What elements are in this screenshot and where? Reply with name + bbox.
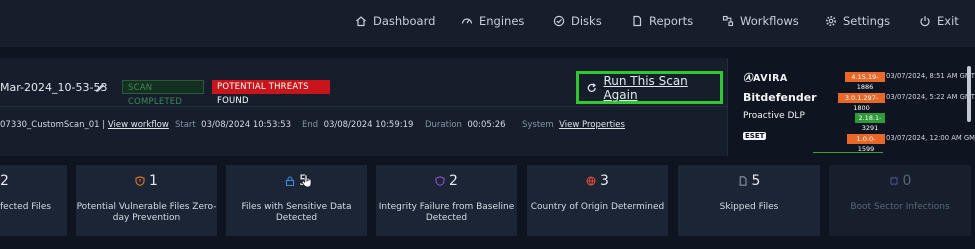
stat-card-country-label: Country of Origin Determined bbox=[530, 202, 665, 212]
stat-card-infected-top: 2 bbox=[0, 173, 67, 189]
eset-date: 03/07/2024, 12:00 AM GMT bbox=[886, 134, 975, 142]
stat-card-boot-sector-label: Boot Sector Infections bbox=[850, 202, 950, 212]
nav-exit[interactable]: Exit bbox=[919, 14, 959, 28]
end-meta: End 03/08/2024 10:59:19 bbox=[302, 120, 413, 130]
stat-card-sensitive-top: 5 bbox=[226, 173, 367, 189]
end-value: 03/08/2024 10:59:19 bbox=[323, 120, 414, 130]
gauge-icon bbox=[461, 18, 473, 24]
start-value: 03/08/2024 10:53:53 bbox=[201, 120, 292, 130]
bitdefender-logo: Bitdefender bbox=[743, 91, 817, 104]
nav-engines-label: Engines bbox=[479, 14, 525, 28]
nav-disks-label: Disks bbox=[571, 14, 602, 28]
stat-card-boot-sector-top: 0 bbox=[829, 173, 971, 189]
stat-card-integrity-label: Integrity Failure from Baseline Detected bbox=[378, 202, 515, 223]
duration-value: 00:05:26 bbox=[467, 120, 506, 130]
power-icon bbox=[920, 16, 930, 27]
file-icon bbox=[633, 15, 642, 27]
pencil-icon[interactable] bbox=[94, 82, 106, 94]
stat-card-skipped-top: 5 bbox=[678, 173, 820, 189]
workflow-icon bbox=[722, 15, 734, 27]
engine-progress-bar bbox=[813, 152, 883, 153]
avira-version-badge: 4.15.19-1886 bbox=[845, 72, 885, 91]
avira-logo-mark: Ⓐ bbox=[743, 73, 754, 84]
duration-label: Duration bbox=[425, 120, 462, 130]
check-circle-icon bbox=[553, 15, 565, 27]
refresh-icon bbox=[587, 82, 596, 92]
view-workflow-link[interactable]: View workflow bbox=[108, 120, 169, 130]
stat-card-skipped[interactable]: 5 Skipped Files bbox=[678, 165, 820, 236]
stat-card-vulnerable-top: 1 bbox=[76, 173, 217, 189]
stat-card-vulnerable-count: 1 bbox=[149, 173, 158, 189]
end-label: End bbox=[302, 120, 319, 130]
stat-card-vulnerable[interactable]: 1 Potential Vulnerable Files Zero-day Pr… bbox=[76, 165, 217, 236]
nav-disks[interactable]: Disks bbox=[553, 14, 602, 28]
proactive-dlp-label: Proactive DLP bbox=[743, 111, 805, 121]
gear-icon bbox=[826, 16, 836, 26]
nav-dashboard[interactable]: Dashboard bbox=[355, 14, 435, 28]
avira-logo: ⒶAVIRA bbox=[743, 73, 788, 84]
chip-icon bbox=[889, 176, 898, 186]
shield-icon bbox=[135, 176, 145, 186]
nav-exit-label: Exit bbox=[937, 14, 959, 28]
stat-card-sensitive-label: Files with Sensitive Data Detected bbox=[241, 202, 352, 223]
stat-card-infected[interactable]: 2 fected Files bbox=[0, 165, 67, 236]
engines-panel: ⒶAVIRA 4.15.19-1886 03/07/2024, 8:51 AM … bbox=[727, 58, 975, 156]
nav-workflows-label: Workflows bbox=[740, 14, 799, 28]
hand-cursor-icon bbox=[301, 174, 312, 188]
bitdefender-version-badge: 3.0.1.297-1800 bbox=[838, 93, 885, 112]
stat-card-infected-label: fected Files bbox=[0, 202, 52, 212]
scan-name: Mar-2024_10-53-53 bbox=[0, 81, 108, 94]
start-meta: Start 03/08/2024 10:53:53 bbox=[175, 120, 291, 130]
top-nav: Dashboard Engines Disks Reports Workflow… bbox=[0, 0, 975, 47]
stat-card-country[interactable]: 3 Country of Origin Determined bbox=[527, 165, 668, 236]
nav-settings[interactable]: Settings bbox=[825, 14, 890, 28]
stat-card-integrity-count: 2 bbox=[449, 173, 458, 189]
view-properties-link[interactable]: View Properties bbox=[559, 120, 625, 130]
run-scan-again-button[interactable]: Run This Scan Again bbox=[576, 71, 723, 104]
stat-card-skipped-label: Skipped Files bbox=[719, 202, 779, 212]
globe-icon bbox=[586, 176, 596, 186]
stat-card-boot-sector: 0 Boot Sector Infections bbox=[829, 165, 971, 236]
eset-version-badge: 1.0.0-1599 bbox=[847, 134, 885, 153]
stat-card-country-count: 3 bbox=[600, 173, 609, 189]
eset-logo: ESET bbox=[743, 132, 767, 140]
home-icon bbox=[356, 16, 366, 27]
scan-completed-badge: SCAN COMPLETED bbox=[122, 80, 204, 107]
engines-scrollbar[interactable] bbox=[967, 66, 971, 122]
nav-settings-label: Settings bbox=[843, 14, 891, 28]
duration-meta: Duration 00:05:26 bbox=[425, 120, 506, 130]
workflow-name: 07330_CustomScan_01 bbox=[0, 120, 100, 130]
shield-icon bbox=[435, 176, 445, 186]
stat-card-integrity[interactable]: 2 Integrity Failure from Baseline Detect… bbox=[376, 165, 517, 236]
system-label: System bbox=[522, 120, 554, 130]
workflow-meta: 07330_CustomScan_01 | View workflow bbox=[0, 120, 169, 130]
stat-card-integrity-top: 2 bbox=[376, 173, 517, 189]
stat-card-infected-count: 2 bbox=[0, 173, 9, 189]
file-icon bbox=[739, 176, 747, 186]
run-scan-again-label: Run This Scan Again bbox=[603, 73, 688, 102]
stat-card-vulnerable-label: Potential Vulnerable Files Zero-day Prev… bbox=[76, 202, 217, 223]
nav-reports[interactable]: Reports bbox=[631, 14, 693, 28]
stat-card-sensitive[interactable]: 5 Files with Sensitive Data Detected bbox=[226, 165, 367, 236]
threats-found-badge: POTENTIAL THREATS FOUND bbox=[212, 80, 330, 106]
header-divider bbox=[0, 106, 727, 107]
lock-icon bbox=[285, 176, 295, 186]
stat-card-boot-sector-count: 0 bbox=[902, 173, 912, 189]
nav-engines[interactable]: Engines bbox=[461, 14, 524, 28]
bitdefender-date: 03/07/2024, 5:22 AM GMT bbox=[886, 93, 975, 101]
stat-card-country-top: 3 bbox=[527, 173, 668, 189]
nav-dashboard-label: Dashboard bbox=[373, 14, 436, 28]
proactive-dlp-version-badge: 2.18.1-3291 bbox=[855, 113, 885, 132]
system-meta: System View Properties bbox=[522, 120, 625, 130]
nav-workflows[interactable]: Workflows bbox=[722, 14, 799, 28]
start-label: Start bbox=[175, 120, 196, 130]
nav-reports-label: Reports bbox=[649, 14, 694, 28]
avira-date: 03/07/2024, 8:51 AM GMT bbox=[886, 72, 975, 80]
stat-card-skipped-count: 5 bbox=[751, 173, 761, 189]
